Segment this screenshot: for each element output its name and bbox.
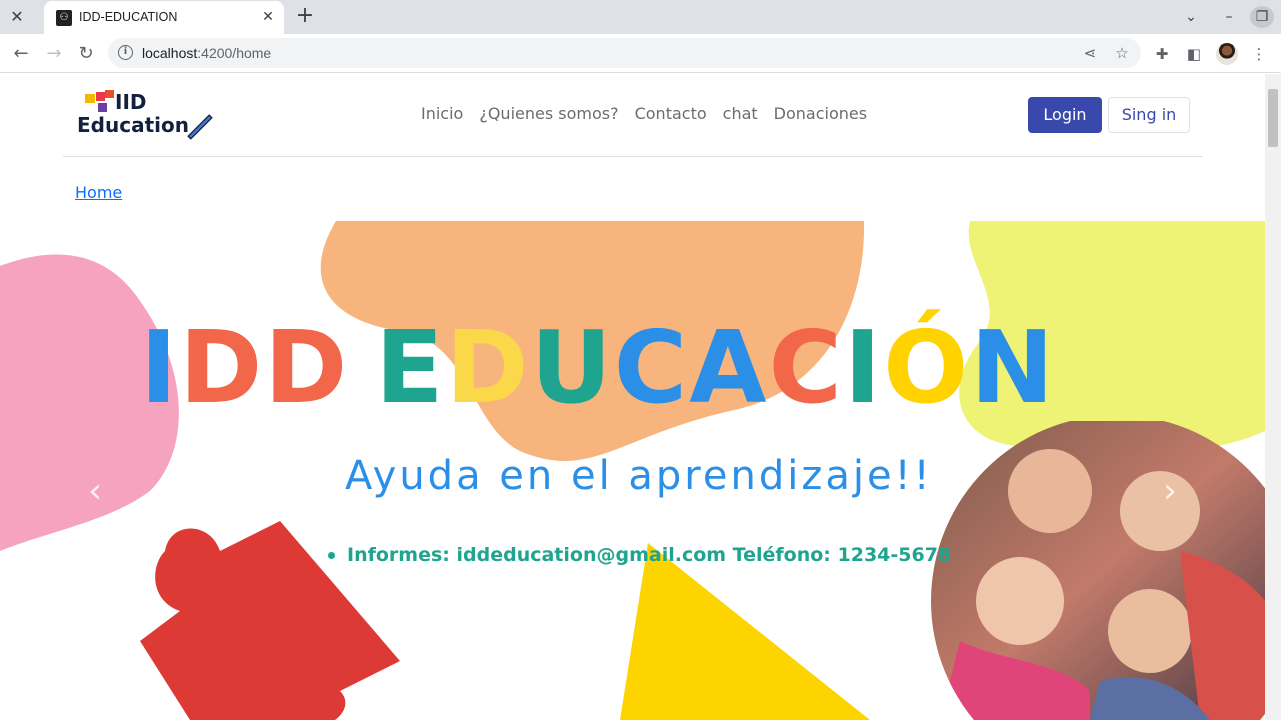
nav-link-donaciones[interactable]: Donaciones [774, 104, 867, 123]
site-logo[interactable]: IID Education [77, 88, 217, 140]
browser-toolbar: ← → ↻ i localhost:4200/home ⋖ ☆ ✚ ◧ ⋮ [0, 34, 1281, 73]
profile-avatar[interactable] [1216, 43, 1238, 65]
carousel-next-chevron-icon[interactable]: › [1155, 471, 1185, 511]
title-letter: D [445, 309, 531, 426]
title-letter: Ó [883, 309, 971, 426]
title-letter: E [375, 309, 446, 426]
hero-title: IDD EDUCACIÓN [140, 318, 1056, 418]
back-arrow-icon[interactable]: ← [8, 41, 34, 67]
new-tab-icon[interactable]: + [293, 5, 317, 29]
nav-link-chat[interactable]: chat [723, 104, 758, 123]
logo-text-line1: IID [115, 90, 147, 114]
scrollbar-thumb[interactable] [1268, 89, 1278, 147]
pencil-icon [187, 114, 213, 140]
browser-tab[interactable]: ⚇ IDD-EDUCATION ✕ [44, 1, 284, 34]
title-letter: U [530, 309, 614, 426]
kids-photo [931, 421, 1265, 720]
forward-arrow-icon[interactable]: → [41, 41, 67, 67]
title-letter: A [689, 309, 769, 426]
browser-tabstrip: ✕ ⚇ IDD-EDUCATION ✕ + ⌄ – ❐ [0, 0, 1281, 34]
hero-carousel: IDD EDUCACIÓN Ayuda en el aprendizaje!! … [0, 221, 1265, 720]
site-info-icon[interactable]: i [118, 45, 133, 60]
carousel-prev-chevron-icon[interactable]: ‹ [80, 471, 110, 511]
title-letter: D [264, 309, 350, 426]
url-host: localhost [142, 45, 198, 61]
reload-icon[interactable]: ↻ [73, 41, 99, 67]
title-letter: D [179, 309, 265, 426]
menu-kebab-icon[interactable]: ⋮ [1248, 43, 1270, 65]
restore-icon[interactable]: ❐ [1250, 6, 1274, 28]
title-letter: I [843, 309, 884, 426]
site-navbar: IID Education Inicio ¿Quienes somos? Con… [63, 74, 1203, 157]
tab-close-icon[interactable]: ✕ [258, 7, 278, 27]
title-letter: C [613, 309, 690, 426]
close-icon[interactable]: ✕ [6, 7, 28, 27]
title-letter: I [140, 309, 180, 426]
minimize-icon[interactable]: – [1217, 6, 1241, 28]
signin-button[interactable]: Sing in [1108, 97, 1190, 133]
share-icon[interactable]: ⋖ [1080, 43, 1100, 63]
extensions-puzzle-icon[interactable]: ✚ [1151, 43, 1173, 65]
breadcrumb-home[interactable]: Home [75, 183, 122, 202]
url-text[interactable]: localhost:4200/home [142, 45, 271, 61]
tab-search-chevron-icon[interactable]: ⌄ [1179, 6, 1203, 28]
favicon-icon: ⚇ [56, 10, 72, 26]
hero-subtitle: Ayuda en el aprendizaje!! [345, 453, 933, 499]
nav-link-quienes-somos[interactable]: ¿Quienes somos? [479, 104, 618, 123]
nav-link-contacto[interactable]: Contacto [635, 104, 707, 123]
login-button[interactable]: Login [1028, 97, 1102, 133]
page-scrollbar[interactable] [1265, 74, 1281, 720]
hero-contact-info: Informes: iddeducation@gmail.com Teléfon… [328, 544, 951, 566]
bookmark-star-icon[interactable]: ☆ [1112, 43, 1132, 63]
nav-link-inicio[interactable]: Inicio [421, 104, 463, 123]
title-letter: C [768, 309, 844, 426]
hero-contact-text: Informes: iddeducation@gmail.com Teléfon… [347, 544, 952, 566]
logo-text-line2: Education [77, 113, 189, 137]
tab-title: IDD-EDUCATION [79, 10, 178, 24]
url-path: :4200/home [197, 45, 272, 61]
title-letter: N [970, 309, 1056, 426]
page-viewport: IID Education Inicio ¿Quienes somos? Con… [0, 74, 1265, 720]
side-panel-icon[interactable]: ◧ [1183, 43, 1205, 65]
nav-links: Inicio ¿Quienes somos? Contacto chat Don… [421, 104, 867, 123]
address-bar[interactable]: i localhost:4200/home ⋖ ☆ [108, 38, 1141, 68]
bullet-icon [328, 552, 335, 559]
